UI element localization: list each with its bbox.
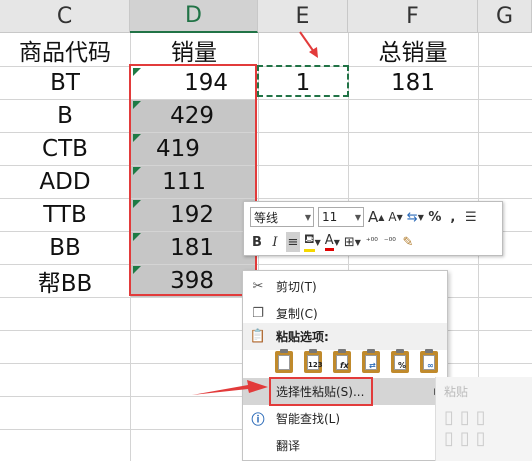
italic-button[interactable]: I [268,232,282,252]
currency-format-icon: ⇆ [406,209,418,225]
align-center-button[interactable]: ≡ [286,232,300,252]
font-color-icon: A [324,233,334,251]
cell-sales[interactable]: 192 [130,198,258,231]
format-painter-table-icon[interactable]: ☰ [464,207,478,227]
column-header-g[interactable]: G [478,0,532,33]
borders-icon: ⊞ [343,234,355,250]
menu-item-translate[interactable]: 翻译 [243,432,447,459]
column-header-f[interactable]: F [348,0,478,33]
error-indicator-icon[interactable] [133,167,141,175]
paste-special-submenu: 粘贴 ▯▯▯ ▯▯▯ [435,377,532,461]
info-icon: ⓘ [251,413,265,428]
paste-transpose-icon[interactable]: ⇄ [360,348,382,374]
error-indicator-icon[interactable] [133,68,141,76]
copy-marquee [257,65,349,97]
menu-item-label: 智能查找(L) [276,412,341,426]
error-indicator-icon[interactable] [133,266,141,274]
header-total-sales[interactable]: 总销量 [348,33,478,66]
error-indicator-icon[interactable] [133,134,141,142]
column-header-e[interactable]: E [258,0,348,33]
cell-code[interactable]: BB [0,231,130,264]
error-indicator-icon[interactable] [133,200,141,208]
menu-item-label: 选择性粘贴(S)... [276,385,365,399]
borders-button[interactable]: ⊞ ▼ [344,232,361,252]
mini-toolbar: 等线 ▼ 11 ▼ A ▲ A ▼ ⇆ ▼ % , ☰ B I ≡ ⛾ ▼ A ▼ ⊞ ▼ ⁺⁰… [243,201,503,256]
paste-formatting-icon[interactable]: % [389,348,411,374]
header-sales[interactable]: 销量 [130,33,258,66]
number-format-button[interactable]: ⇆ ▼ [407,207,424,227]
column-header-d[interactable]: D [130,0,258,33]
copy-icon: ❐ [252,306,264,321]
menu-item-label: 复制(C) [276,307,318,321]
cell-code[interactable]: ADD [0,165,130,198]
clipboard-icon: 📋 [249,329,267,344]
shrink-font-icon: A [388,210,397,224]
submenu-title: 粘贴 [444,385,469,399]
menu-item-smart-lookup[interactable]: ⓘ 智能查找(L) [243,405,447,432]
error-indicator-icon[interactable] [133,101,141,109]
menu-section-label: 粘贴选项: [276,330,329,344]
cell-code[interactable]: TTB [0,198,130,231]
fill-color-button[interactable]: ⛾ ▼ [304,232,321,252]
brush-icon: ✎ [402,234,414,250]
chevron-down-icon: ▼ [304,212,311,222]
cell-code[interactable]: BT [0,66,130,99]
increase-decimal-button[interactable]: ⁺⁰⁰ [365,232,379,252]
scissors-icon: ✂ [252,279,264,294]
paint-bucket-icon: ⛾ [304,232,315,252]
paste-icon[interactable] [273,348,295,374]
chevron-down-icon: ▼ [354,212,361,222]
paste-link-icon[interactable]: ∞ [418,348,440,374]
cell-code[interactable]: CTB [0,132,130,165]
paste-formulas-icon[interactable]: fx [331,348,353,374]
cell-sales-active[interactable]: 194 [130,66,258,99]
translate-icon [249,437,267,455]
header-product-code[interactable]: 商品代码 [0,33,130,66]
increase-font-button[interactable]: A ▲ [368,207,384,227]
cell-f-value[interactable]: 181 [348,66,478,99]
percent-button[interactable]: % [428,207,442,227]
grow-font-icon: A [368,208,379,226]
font-name-combo[interactable]: 等线 ▼ [250,207,314,227]
error-indicator-icon[interactable] [133,233,141,241]
menu-item-cut[interactable]: ✂ 剪切(T) [243,273,447,300]
decrease-font-button[interactable]: A ▼ [388,207,402,227]
cell-sales[interactable]: 181 [130,231,258,264]
menu-item-label: 剪切(T) [276,280,317,294]
font-name-value: 等线 [254,210,279,225]
decrease-decimal-button[interactable]: ⁻⁰⁰ [383,232,397,252]
bold-button[interactable]: B [250,232,264,252]
cell-code[interactable]: 帮BB [0,264,130,297]
font-color-button[interactable]: A ▼ [324,232,340,252]
increase-decimal-icon: ⁺⁰⁰ [365,237,378,247]
font-size-value: 11 [322,210,338,224]
menu-item-paste-special[interactable]: 选择性粘贴(S)... ▶ [243,378,447,405]
cell-sales[interactable]: 398 [130,264,258,297]
cell-sales[interactable]: 429 [130,99,258,132]
cell-code[interactable]: B [0,99,130,132]
decrease-decimal-icon: ⁻⁰⁰ [383,237,396,247]
cell-sales[interactable]: 419 [130,132,258,165]
menu-item-label: 翻译 [276,439,301,453]
paste-values-icon[interactable]: 123 [302,348,324,374]
column-header-c[interactable]: C [0,0,130,33]
submenu-paste-icons[interactable]: ▯▯▯ ▯▯▯ [444,407,528,457]
font-size-combo[interactable]: 11 ▼ [318,207,364,227]
context-menu: ✂ 剪切(T) ❐ 复制(C) 📋 粘贴选项: 123 fx ⇄ % ∞ 选择性… [242,270,448,461]
cell-sales[interactable]: 111 [130,165,258,198]
format-painter-button[interactable]: ✎ [401,232,415,252]
menu-section-paste-options: 📋 粘贴选项: [243,323,447,350]
paste-options-icons: 123 fx ⇄ % ∞ [273,348,440,374]
comma-button[interactable]: , [446,207,460,227]
